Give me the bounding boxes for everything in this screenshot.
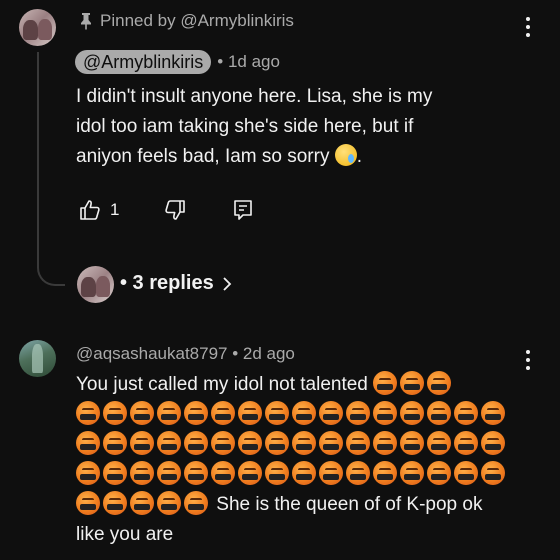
face-with-symbols-on-mouth-emoji [184, 431, 208, 455]
face-with-symbols-on-mouth-emoji [76, 491, 100, 515]
crying-face-emoji [334, 144, 357, 166]
face-with-symbols-on-mouth-emoji [103, 431, 127, 455]
more-vert-icon[interactable] [525, 17, 531, 37]
avatar[interactable] [19, 340, 56, 377]
face-with-symbols-on-mouth-emoji [373, 431, 397, 455]
face-with-symbols-on-mouth-emoji [319, 401, 343, 425]
face-with-symbols-on-mouth-emoji [481, 431, 505, 455]
author-chip[interactable]: @Armyblinkiris [75, 50, 212, 74]
face-with-symbols-on-mouth-emoji [292, 461, 316, 485]
face-with-symbols-on-mouth-emoji [373, 401, 397, 425]
face-with-symbols-on-mouth-emoji [238, 401, 262, 425]
thumb-up-icon[interactable] [78, 198, 102, 222]
face-with-symbols-on-mouth-emoji [319, 431, 343, 455]
face-with-symbols-on-mouth-emoji [346, 461, 370, 485]
reply-icon[interactable] [231, 198, 255, 222]
face-with-symbols-on-mouth-emoji [130, 461, 154, 485]
comment-header: @Armyblinkiris • 1d ago [75, 50, 280, 74]
face-with-symbols-on-mouth-emoji [184, 401, 208, 425]
face-with-symbols-on-mouth-emoji [346, 401, 370, 425]
face-with-symbols-on-mouth-emoji [103, 491, 127, 515]
face-with-symbols-on-mouth-emoji [103, 461, 127, 485]
chevron-right-icon [223, 276, 232, 291]
face-with-symbols-on-mouth-emoji [76, 401, 100, 425]
face-with-symbols-on-mouth-emoji [373, 371, 398, 395]
face-with-symbols-on-mouth-emoji [211, 461, 235, 485]
face-with-symbols-on-mouth-emoji [454, 461, 478, 485]
avatar[interactable] [77, 266, 114, 303]
face-with-symbols-on-mouth-emoji [292, 401, 316, 425]
pinned-label: Pinned by @Armyblinkiris [80, 11, 294, 31]
face-with-symbols-on-mouth-emoji [427, 371, 452, 395]
face-with-symbols-on-mouth-emoji [265, 461, 289, 485]
comment-line: like you are [76, 524, 174, 545]
face-with-symbols-on-mouth-emoji [265, 431, 289, 455]
face-with-symbols-on-mouth-emoji [265, 401, 289, 425]
face-with-symbols-on-mouth-emoji [157, 461, 181, 485]
face-with-symbols-on-mouth-emoji [292, 431, 316, 455]
face-with-symbols-on-mouth-emoji [103, 401, 127, 425]
more-vert-icon[interactable] [525, 350, 531, 370]
face-with-symbols-on-mouth-emoji [346, 431, 370, 455]
face-with-symbols-on-mouth-emoji [427, 461, 451, 485]
face-with-symbols-on-mouth-emoji [238, 461, 262, 485]
comment-line: You just called my idol not talented [76, 370, 536, 400]
face-with-symbols-on-mouth-emoji [400, 371, 425, 395]
face-with-symbols-on-mouth-emoji [130, 431, 154, 455]
timestamp[interactable]: • 1d ago [217, 52, 280, 72]
emoji-row [76, 430, 536, 460]
thumb-down-icon[interactable] [163, 198, 187, 222]
face-with-symbols-on-mouth-emoji [481, 461, 505, 485]
view-replies-button[interactable]: • 3 replies [120, 272, 234, 295]
replies-label: • 3 replies [120, 272, 214, 294]
face-with-symbols-on-mouth-emoji [157, 431, 181, 455]
face-with-symbols-on-mouth-emoji [130, 491, 154, 515]
face-with-symbols-on-mouth-emoji [157, 491, 181, 515]
comment-line: I didin't insult anyone here. Lisa, she … [76, 86, 433, 107]
comment-line: aniyon feels bad, Iam so sorry . [76, 144, 363, 167]
pinned-text: Pinned by @Armyblinkiris [100, 11, 294, 30]
like-count: 1 [110, 200, 120, 219]
face-with-symbols-on-mouth-emoji [400, 461, 424, 485]
face-with-symbols-on-mouth-emoji [211, 401, 235, 425]
face-with-symbols-on-mouth-emoji [130, 401, 154, 425]
face-with-symbols-on-mouth-emoji [427, 401, 451, 425]
face-with-symbols-on-mouth-emoji [481, 401, 505, 425]
pin-icon [81, 13, 91, 30]
comment-author-meta[interactable]: @aqsashaukat8797 • 2d ago [76, 344, 295, 364]
comment-line: idol too iam taking she's side here, but… [76, 116, 414, 137]
face-with-symbols-on-mouth-emoji [184, 461, 208, 485]
comment-text: I didin't insult anyone here. Lisa, she … [76, 82, 526, 172]
comment-line: She is the queen of of K-pop ok [76, 490, 536, 520]
face-with-symbols-on-mouth-emoji [373, 461, 397, 485]
face-with-symbols-on-mouth-emoji [157, 401, 181, 425]
face-with-symbols-on-mouth-emoji [76, 431, 100, 455]
emoji-row [76, 460, 536, 490]
face-with-symbols-on-mouth-emoji [400, 401, 424, 425]
face-with-symbols-on-mouth-emoji [427, 431, 451, 455]
avatar[interactable] [19, 9, 56, 46]
face-with-symbols-on-mouth-emoji [76, 461, 100, 485]
face-with-symbols-on-mouth-emoji [184, 491, 208, 515]
comment-text: You just called my idol not talented She… [76, 370, 536, 550]
face-with-symbols-on-mouth-emoji [319, 461, 343, 485]
face-with-symbols-on-mouth-emoji [400, 431, 424, 455]
thread-connector [37, 52, 65, 286]
face-with-symbols-on-mouth-emoji [238, 431, 262, 455]
face-with-symbols-on-mouth-emoji [211, 431, 235, 455]
comment-actions: 1 [78, 198, 255, 222]
face-with-symbols-on-mouth-emoji [454, 401, 478, 425]
emoji-row [76, 400, 536, 430]
face-with-symbols-on-mouth-emoji [454, 431, 478, 455]
